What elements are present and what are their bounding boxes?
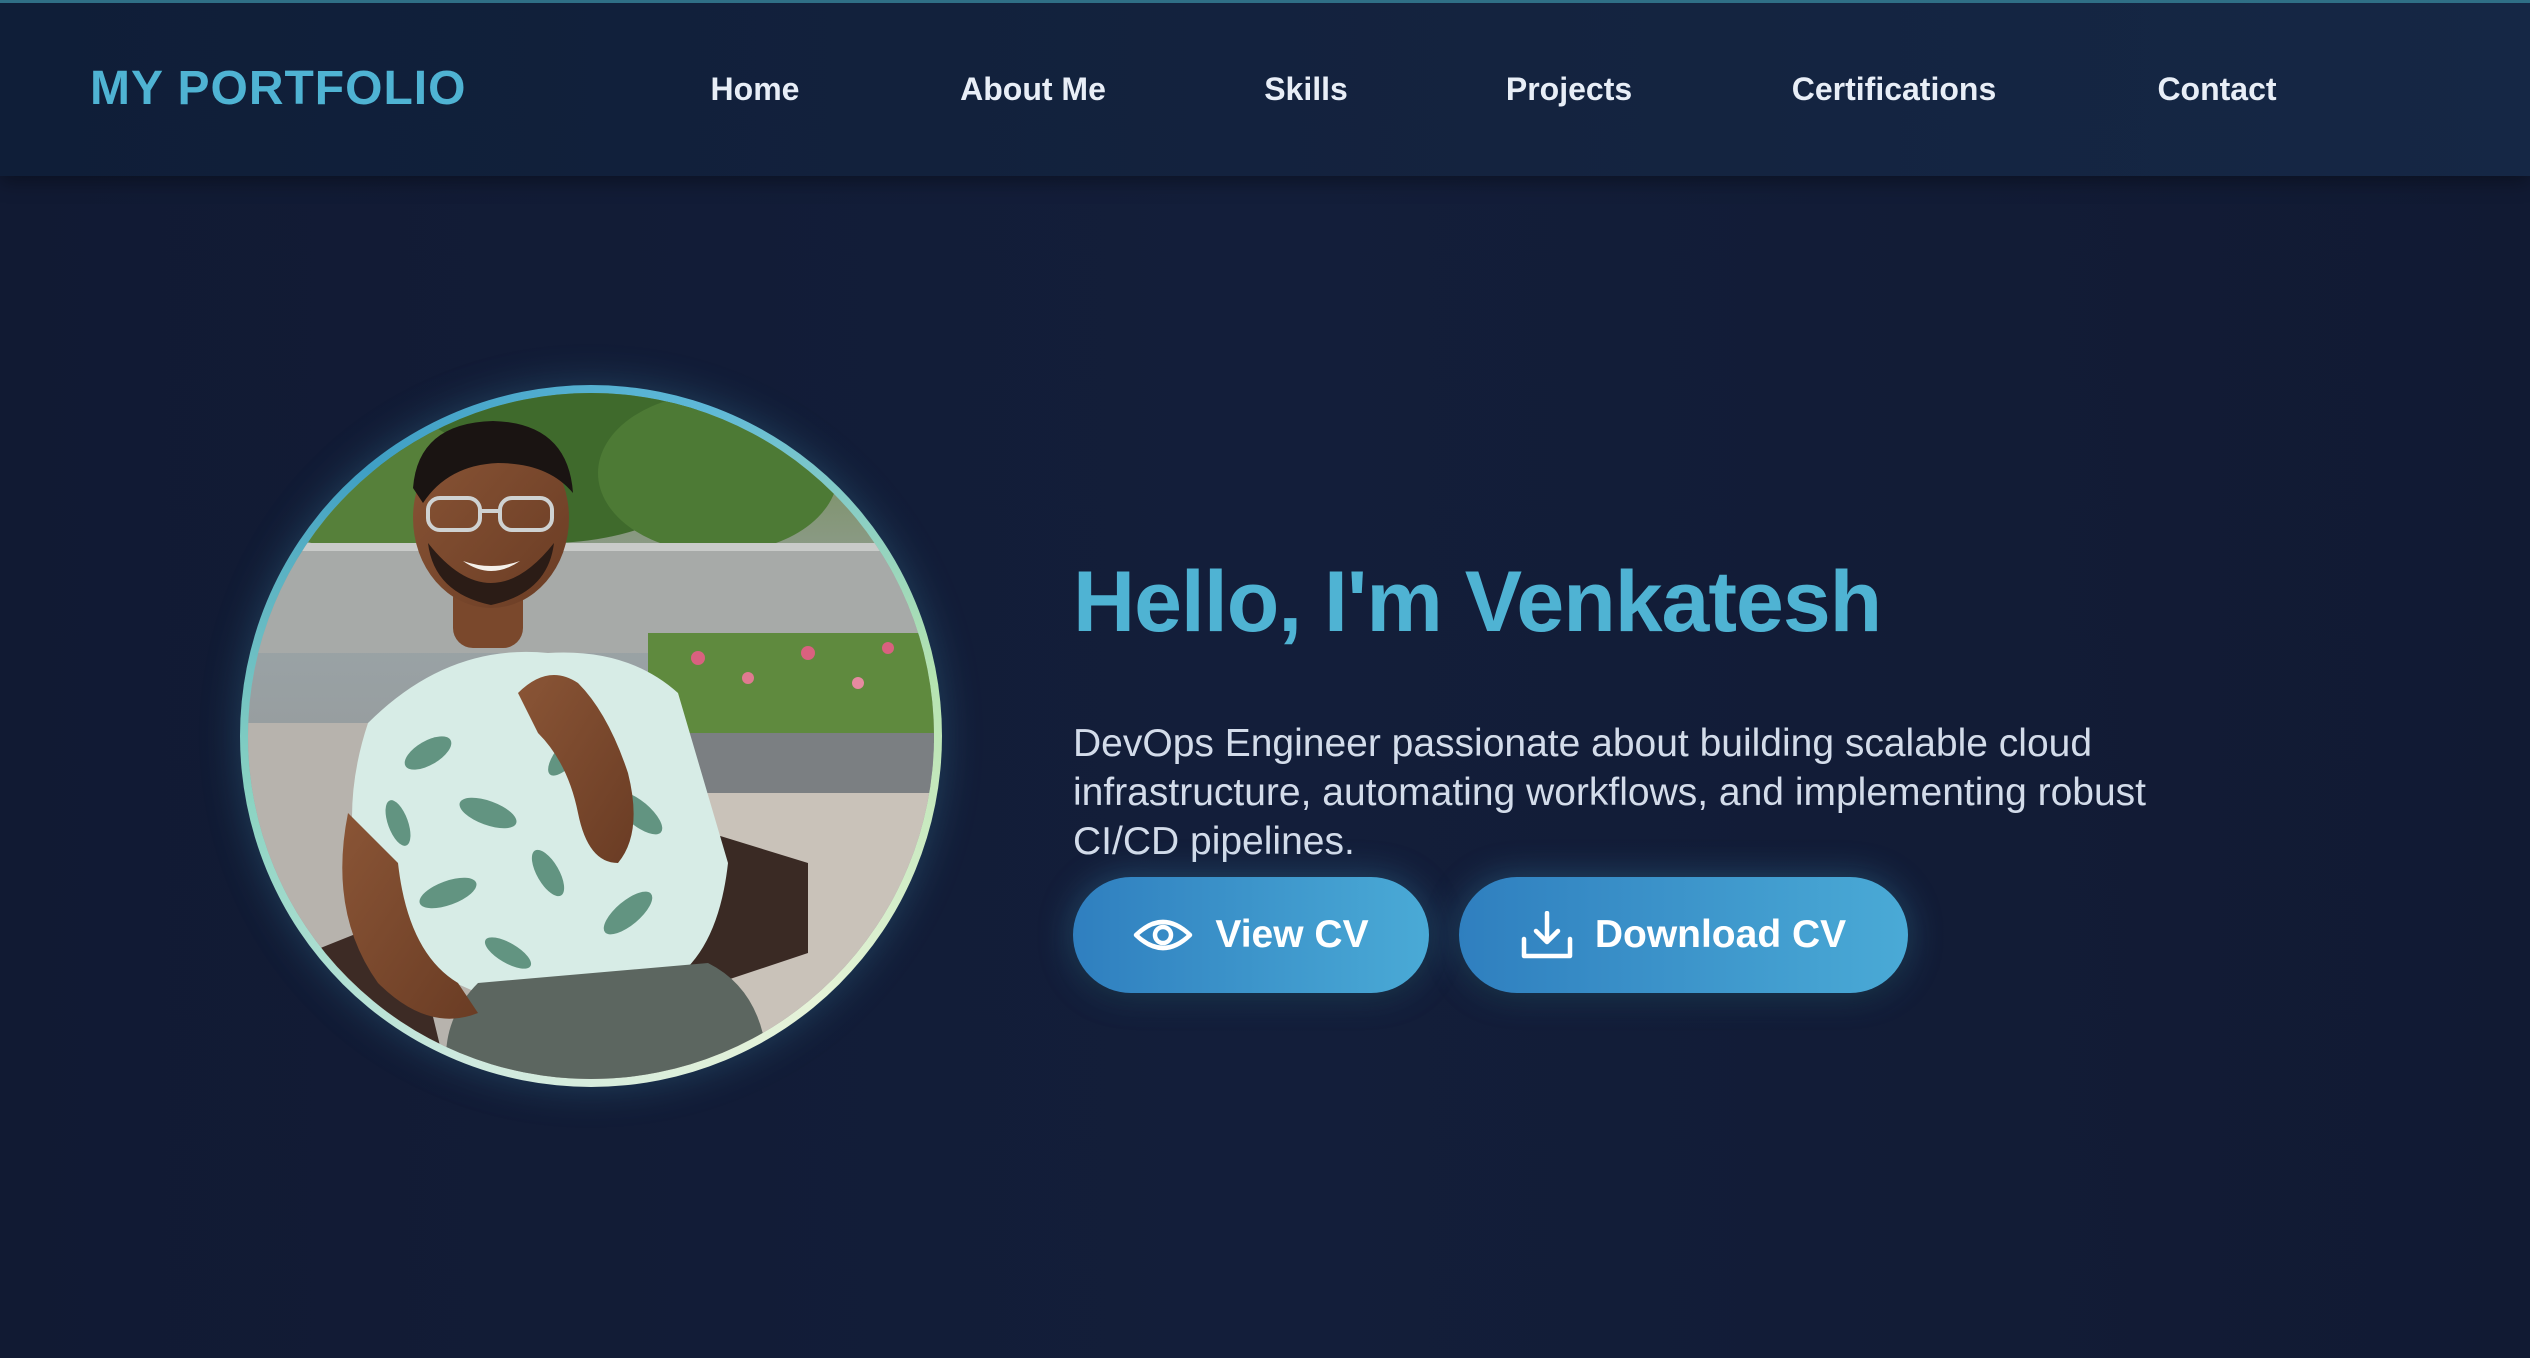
- nav-item-about-me[interactable]: About Me: [960, 71, 1106, 108]
- nav-item-projects[interactable]: Projects: [1506, 71, 1632, 108]
- avatar-ring: [240, 385, 942, 1087]
- portfolio-page: MY PORTFOLIO Home About Me Skills Projec…: [0, 0, 2530, 1358]
- eye-icon: [1133, 915, 1193, 955]
- view-cv-button[interactable]: View CV: [1073, 877, 1429, 993]
- profile-photo: [248, 393, 934, 1079]
- hero-title: Hello, I'm Venkatesh: [1073, 553, 1882, 650]
- nav-item-skills[interactable]: Skills: [1264, 71, 1348, 108]
- download-cv-button[interactable]: Download CV: [1459, 877, 1908, 993]
- hero-description: DevOps Engineer passionate about buildin…: [1073, 722, 2146, 863]
- nav-item-home[interactable]: Home: [711, 71, 800, 108]
- nav-menu: Home About Me Skills Projects Certificat…: [0, 3, 2530, 179]
- view-cv-label: View CV: [1215, 913, 1369, 956]
- download-cv-label: Download CV: [1594, 913, 1847, 956]
- navbar: MY PORTFOLIO Home About Me Skills Projec…: [0, 0, 2530, 176]
- nav-item-contact[interactable]: Contact: [2157, 71, 2276, 108]
- nav-item-certifications[interactable]: Certifications: [1792, 71, 1996, 108]
- download-icon: [1521, 910, 1573, 959]
